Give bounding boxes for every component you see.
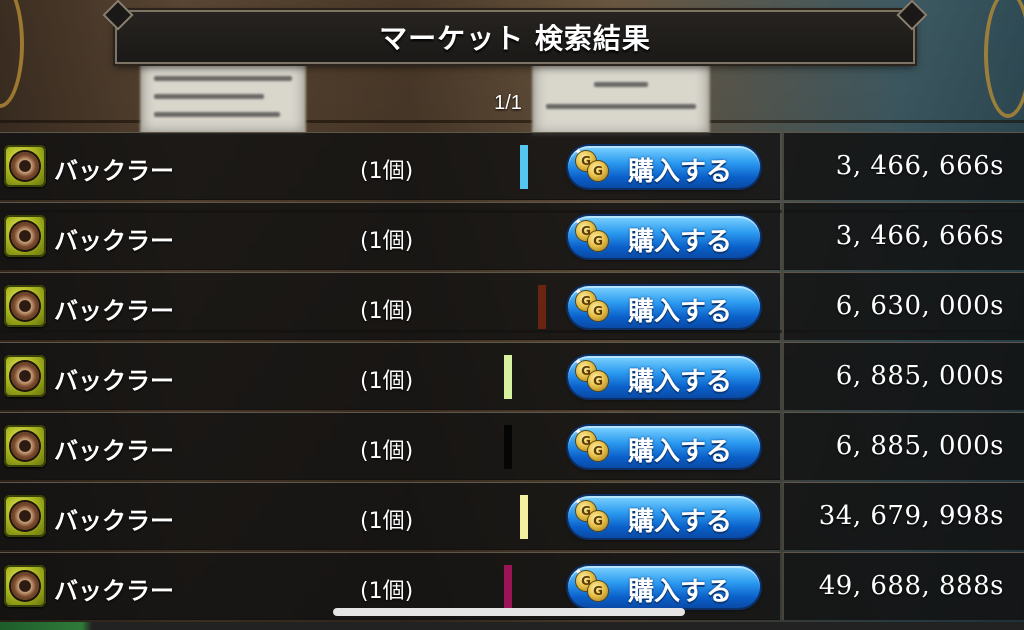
- buy-button[interactable]: ✦ G G 購入する: [568, 286, 760, 328]
- buckler-shield-icon: [4, 495, 46, 537]
- buy-button-label: 購入する: [628, 437, 733, 467]
- gold-ornament-icon: [984, 0, 1024, 118]
- listing-row-panel: バックラー (1個) ✦ G G 購入する: [0, 482, 780, 550]
- item-quantity: (1個): [360, 229, 414, 254]
- buy-button-label: 購入する: [628, 577, 733, 607]
- dye-color-swatch: [538, 285, 546, 329]
- listing-row[interactable]: バックラー (1個) ✦ G G 購入する 6, 630, 000s: [0, 272, 1024, 340]
- coin-icon: ✦ G G: [574, 567, 614, 603]
- item-price: 3, 466, 666s: [835, 151, 1004, 181]
- buy-button-label: 購入する: [628, 297, 733, 327]
- dye-color-swatch: [504, 425, 512, 469]
- buy-button[interactable]: ✦ G G 購入する: [568, 216, 760, 258]
- buckler-shield-icon: [4, 145, 46, 187]
- buy-button[interactable]: ✦ G G 購入する: [568, 566, 760, 608]
- buckler-shield-icon: [4, 425, 46, 467]
- buckler-shield-icon: [4, 215, 46, 257]
- listing-row-panel: バックラー (1個) ✦ G G 購入する: [0, 202, 780, 270]
- page-title: マーケット 検索結果: [379, 22, 651, 55]
- listing-row[interactable]: バックラー (1個) ✦ G G 購入する 6, 885, 000s: [0, 342, 1024, 410]
- bottom-strip: [0, 622, 1024, 630]
- buy-button[interactable]: ✦ G G 購入する: [568, 146, 760, 188]
- item-price: 34, 679, 998s: [818, 501, 1004, 531]
- price-panel: 3, 466, 666s: [782, 132, 1024, 200]
- dye-color-swatch: [504, 565, 512, 609]
- item-name: バックラー: [54, 437, 174, 465]
- item-price: 3, 466, 666s: [835, 221, 1004, 251]
- buckler-shield-icon: [4, 565, 46, 607]
- buy-button[interactable]: ✦ G G 購入する: [568, 496, 760, 538]
- page-indicator: 1/1: [494, 92, 522, 114]
- coin-icon: ✦ G G: [574, 147, 614, 183]
- gold-ornament-icon: [0, 0, 24, 108]
- price-panel: 6, 630, 000s: [782, 272, 1024, 340]
- dye-color-swatch: [520, 145, 528, 189]
- buy-button-label: 購入する: [628, 157, 733, 187]
- listing-row-panel: バックラー (1個) ✦ G G 購入する: [0, 412, 780, 480]
- title-bar: マーケット 検索結果: [102, 0, 928, 64]
- notice-board: [140, 60, 306, 134]
- price-panel: 6, 885, 000s: [782, 412, 1024, 480]
- listing-row-panel: バックラー (1個) ✦ G G 購入する: [0, 132, 780, 200]
- listing-row[interactable]: バックラー (1個) ✦ G G 購入する 6, 885, 000s: [0, 412, 1024, 480]
- coin-icon: ✦ G G: [574, 217, 614, 253]
- item-quantity: (1個): [360, 369, 414, 394]
- buy-button-label: 購入する: [628, 507, 733, 537]
- item-quantity: (1個): [360, 159, 414, 184]
- item-name: バックラー: [54, 507, 174, 535]
- buckler-shield-icon: [4, 355, 46, 397]
- item-price: 6, 885, 000s: [835, 361, 1004, 391]
- buy-button-label: 購入する: [628, 367, 733, 397]
- buy-button[interactable]: ✦ G G 購入する: [568, 356, 760, 398]
- price-panel: 6, 885, 000s: [782, 342, 1024, 410]
- item-price: 6, 885, 000s: [835, 431, 1004, 461]
- listing-row-panel: バックラー (1個) ✦ G G 購入する: [0, 272, 780, 340]
- price-panel: 49, 688, 888s: [782, 552, 1024, 620]
- home-indicator[interactable]: [333, 608, 685, 616]
- buy-button-label: 購入する: [628, 227, 733, 257]
- item-quantity: (1個): [360, 439, 414, 464]
- listing-row[interactable]: バックラー (1個) ✦ G G 購入する 3, 466, 666s: [0, 202, 1024, 270]
- coin-icon: ✦ G G: [574, 357, 614, 393]
- notice-board: [532, 60, 710, 136]
- item-name: バックラー: [54, 297, 174, 325]
- dye-color-swatch: [520, 495, 528, 539]
- item-price: 49, 688, 888s: [818, 571, 1004, 601]
- item-quantity: (1個): [360, 579, 414, 604]
- price-panel: 34, 679, 998s: [782, 482, 1024, 550]
- item-price: 6, 630, 000s: [835, 291, 1004, 321]
- market-listing: バックラー (1個) ✦ G G 購入する 3, 466, 666s バックラー: [0, 132, 1024, 630]
- buckler-shield-icon: [4, 285, 46, 327]
- coin-icon: ✦ G G: [574, 497, 614, 533]
- buy-button[interactable]: ✦ G G 購入する: [568, 426, 760, 468]
- dye-color-swatch: [504, 355, 512, 399]
- coin-icon: ✦ G G: [574, 287, 614, 323]
- item-quantity: (1個): [360, 509, 414, 534]
- listing-row[interactable]: バックラー (1個) ✦ G G 購入する 3, 466, 666s: [0, 132, 1024, 200]
- item-name: バックラー: [54, 367, 174, 395]
- item-name: バックラー: [54, 157, 174, 185]
- listing-row[interactable]: バックラー (1個) ✦ G G 購入する 34, 679, 998s: [0, 482, 1024, 550]
- item-name: バックラー: [54, 577, 174, 605]
- item-name: バックラー: [54, 227, 174, 255]
- listing-row-panel: バックラー (1個) ✦ G G 購入する: [0, 342, 780, 410]
- price-panel: 3, 466, 666s: [782, 202, 1024, 270]
- coin-icon: ✦ G G: [574, 427, 614, 463]
- item-quantity: (1個): [360, 299, 414, 324]
